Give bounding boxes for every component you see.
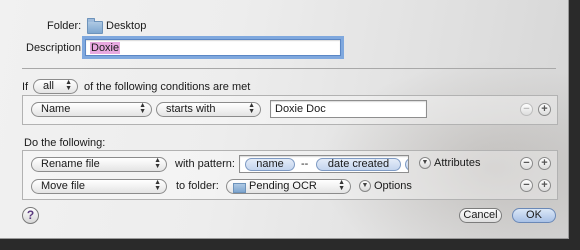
attributes-label[interactable]: Attributes: [434, 157, 480, 169]
target-folder-name: Pending OCR: [249, 180, 317, 192]
popup-arrows-icon: ▲ ▼: [139, 102, 146, 115]
minus-icon: −: [523, 179, 530, 191]
if-label: If: [22, 81, 29, 93]
add-action-button[interactable]: +: [538, 157, 551, 170]
description-field[interactable]: Doxie: [85, 39, 341, 56]
options-label[interactable]: Options: [374, 180, 412, 192]
popup-arrows-icon: ▲ ▼: [248, 102, 255, 115]
popup-arrows-icon: ▲ ▼: [154, 179, 161, 192]
action-popup-rename[interactable]: Rename file ▲ ▼: [31, 157, 167, 172]
ok-button[interactable]: OK: [512, 208, 556, 223]
partial-token[interactable]: [405, 158, 408, 171]
popup-arrows-icon: ▲ ▼: [154, 157, 161, 170]
plus-icon: +: [541, 157, 548, 169]
target-folder-popup[interactable]: Pending OCR ▲ ▼: [226, 179, 351, 194]
folder-target-label: to folder:: [176, 180, 219, 192]
minus-icon: −: [523, 157, 530, 169]
description-label: Description:: [26, 42, 85, 54]
action-popup-move[interactable]: Move file ▲ ▼: [31, 179, 167, 194]
condition-operator: starts with: [166, 103, 216, 115]
match-popup[interactable]: all ▲ ▼: [33, 79, 78, 94]
disclosure-down-icon: ▼: [421, 159, 429, 166]
description-value: Doxie: [90, 42, 121, 54]
pattern-label: with pattern:: [175, 158, 235, 170]
conditions-suffix: of the following conditions are met: [84, 81, 251, 93]
folder-icon: [233, 183, 246, 193]
divider: [22, 68, 556, 69]
minus-icon: −: [523, 103, 530, 115]
options-disclosure[interactable]: ▼: [359, 180, 371, 192]
separator-token: --: [301, 158, 309, 170]
folder-name: Desktop: [106, 20, 147, 32]
attributes-disclosure[interactable]: ▼: [419, 157, 431, 169]
help-button[interactable]: ?: [22, 207, 39, 224]
popup-arrows-icon: ▲ ▼: [65, 79, 72, 92]
actions-box: Rename file ▲ ▼ with pattern: name -- dat…: [22, 150, 558, 200]
condition-value-field[interactable]: Doxie Doc: [270, 100, 427, 118]
match-value: all: [43, 80, 55, 92]
popup-arrows-icon: ▲ ▼: [338, 179, 345, 192]
folder-action-rule-sheet: Folder: Desktop Description: Doxie If al…: [0, 0, 569, 239]
condition-operator-popup[interactable]: starts with ▲ ▼: [156, 102, 261, 117]
add-condition-button[interactable]: +: [538, 103, 551, 116]
date-created-token[interactable]: date created: [316, 158, 401, 171]
action-rename: Rename file: [41, 158, 100, 170]
remove-condition-button[interactable]: −: [520, 103, 533, 116]
plus-icon: +: [541, 103, 548, 115]
add-action-button[interactable]: +: [538, 179, 551, 192]
actions-heading: Do the following:: [24, 137, 106, 149]
action-move: Move file: [41, 180, 86, 192]
cancel-button[interactable]: Cancel: [459, 208, 502, 223]
pattern-field[interactable]: name -- date created: [239, 155, 409, 173]
condition-row: Name ▲ ▼ starts with ▲ ▼ Doxie Doc − +: [22, 95, 558, 125]
disclosure-down-icon: ▼: [361, 182, 369, 189]
folder-label: Folder:: [47, 20, 82, 32]
condition-value: Doxie Doc: [275, 103, 326, 115]
name-token[interactable]: name: [245, 158, 295, 171]
folder-icon: [87, 18, 103, 34]
plus-icon: +: [541, 179, 548, 191]
condition-attribute-popup[interactable]: Name ▲ ▼: [31, 102, 152, 117]
remove-action-button[interactable]: −: [520, 157, 533, 170]
condition-attribute: Name: [41, 103, 71, 115]
help-icon: ?: [26, 208, 35, 222]
remove-action-button[interactable]: −: [520, 179, 533, 192]
